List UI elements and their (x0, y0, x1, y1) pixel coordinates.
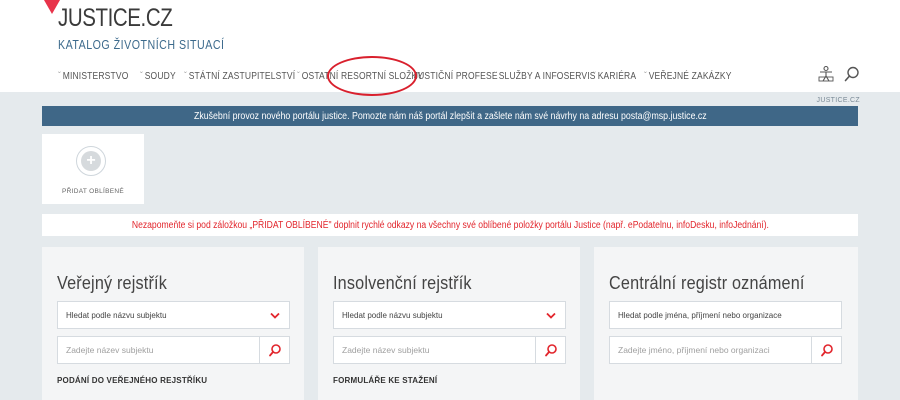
chevron-down-icon (546, 312, 556, 319)
site-header: JUSTICE.CZ KATALOG ŽIVOTNÍCH SITUACÍ ˇ MI… (0, 0, 900, 96)
info-banner: Zkušební provoz nového portálu justice. … (42, 106, 858, 126)
site-label: JUSTICE.CZ (816, 97, 860, 104)
search-button[interactable] (536, 336, 566, 364)
nav-item-kariera[interactable]: ˇ KARIÉRA (593, 71, 636, 82)
site-subtitle[interactable]: KATALOG ŽIVOTNÍCH SITUACÍ (58, 37, 224, 52)
subject-name-input[interactable] (333, 336, 536, 364)
nav-item-verejne-zakazky[interactable]: ˇ VEŘEJNÉ ZAKÁZKY (644, 71, 731, 82)
nav-item-ministerstvo[interactable]: ˇ MINISTERSTVO (58, 71, 128, 82)
panel-link[interactable]: FORMULÁŘE KE STAŽENÍ (333, 376, 437, 385)
highlight-circle (327, 56, 417, 96)
add-favorite-label: PŘIDAT OBLÍBENÉ (61, 188, 125, 195)
panel-verejny-rejstrik: Veřejný rejstřík Hledat podle názvu subj… (42, 247, 304, 400)
panel-insolvencni-rejstrik: Insolvenční rejstřík Hledat podle názvu … (318, 247, 580, 400)
panel-title: Insolvenční rejstřík (333, 273, 472, 293)
banner-text: Zkušební provoz nového portálu justice. … (193, 110, 707, 122)
search-icon[interactable] (843, 65, 861, 83)
chevron-down-icon (270, 312, 280, 319)
search-mode-select[interactable]: Hledat podle názvu subjektu (57, 301, 290, 329)
plus-icon[interactable]: + (76, 146, 106, 176)
nav-item-statni-zastupitelstvi[interactable]: ˇ STÁTNÍ ZASTUPITELSTVÍ (184, 71, 295, 82)
search-button[interactable] (260, 336, 290, 364)
add-favorite-card[interactable]: + PŘIDAT OBLÍBENÉ (42, 134, 144, 204)
nav-item-justicni-profese[interactable]: ˇ JUSTIČNÍ PROFESE (409, 71, 497, 82)
person-name-input[interactable] (609, 336, 812, 364)
panel-title: Veřejný rejstřík (57, 273, 168, 293)
search-button[interactable] (812, 336, 842, 364)
favorites-notice: Nezapomeňte si pod záložkou „PŘIDAT OBLÍ… (42, 214, 858, 236)
site-logo[interactable]: JUSTICE.CZ (58, 4, 173, 33)
nav-item-sluzby-a-infoservis[interactable]: ˇ SLUŽBY A INFOSERVIS (494, 71, 595, 82)
panel-title: Centrální registr oznámení (609, 273, 805, 293)
accessibility-icon[interactable] (817, 65, 835, 83)
panel-centralni-registr-oznameni: Centrální registr oznámení Hledat podle … (594, 247, 858, 400)
notice-text: Nezapomeňte si pod záložkou „PŘIDAT OBLÍ… (131, 219, 769, 231)
search-icon (820, 344, 833, 357)
search-mode-select[interactable]: Hledat podle jména, příjmení nebo organi… (609, 301, 842, 329)
panel-link[interactable]: PODÁNÍ DO VEŘEJNÉHO REJSTŘÍKU (57, 376, 207, 385)
search-icon (268, 344, 281, 357)
nav-item-soudy[interactable]: ˇ SOUDY (140, 71, 176, 82)
search-mode-select[interactable]: Hledat podle názvu subjektu (333, 301, 566, 329)
subject-name-input[interactable] (57, 336, 260, 364)
search-icon (544, 344, 557, 357)
